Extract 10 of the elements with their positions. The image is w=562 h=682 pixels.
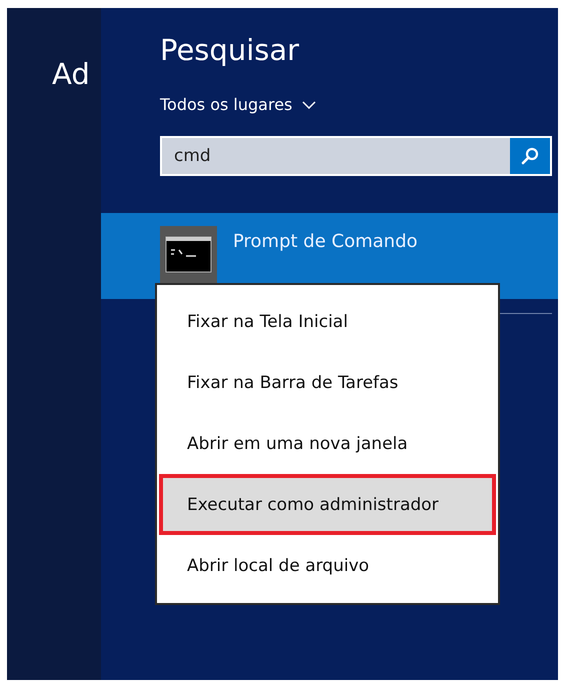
search-button[interactable]: [510, 138, 550, 174]
search-icon: [520, 146, 540, 166]
search-field[interactable]: cmd: [162, 138, 510, 174]
chevron-icon: [302, 100, 316, 108]
scope-dropdown[interactable]: Todos os lugares: [160, 95, 316, 114]
console-icon: [160, 226, 217, 283]
side-label: Ad: [52, 60, 91, 89]
menu-item[interactable]: Executar como administrador: [159, 474, 496, 535]
search-title: Pesquisar: [160, 36, 300, 65]
search-box[interactable]: cmd: [160, 136, 552, 176]
